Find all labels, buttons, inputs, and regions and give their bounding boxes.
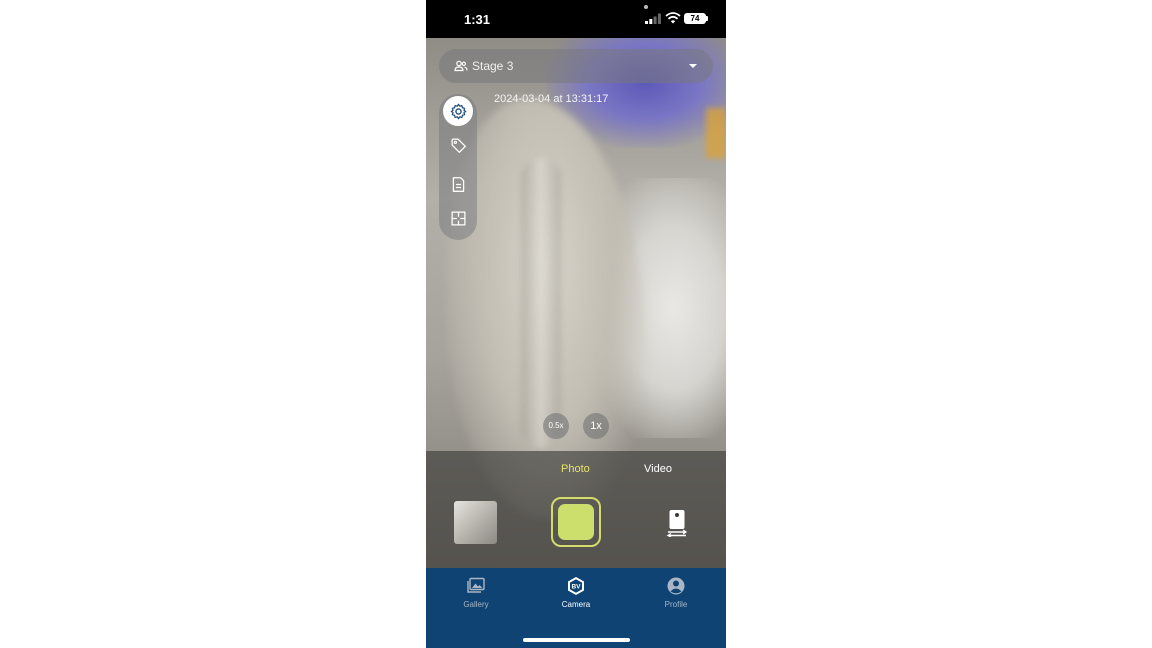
- tab-profile[interactable]: Profile: [646, 576, 706, 609]
- battery-icon: 74: [684, 13, 706, 24]
- tab-camera-label: Camera: [561, 600, 591, 609]
- zoom-0.5x-button[interactable]: 0.5x: [543, 413, 569, 439]
- tab-camera[interactable]: BV Camera: [546, 576, 606, 609]
- note-button[interactable]: [444, 170, 472, 198]
- stage-selector-label: Stage 3: [472, 59, 514, 73]
- shutter-inner: [558, 504, 594, 540]
- profile-icon: [667, 577, 685, 595]
- camera-viewfinder[interactable]: Stage 3 2024-03-04 at 13:31:17 0.5x 1x P…: [426, 38, 726, 568]
- home-indicator[interactable]: [523, 638, 630, 642]
- wifi-icon: [665, 12, 681, 24]
- capture-controls: Photo Video: [426, 451, 726, 568]
- mode-photo[interactable]: Photo: [561, 463, 590, 475]
- tab-gallery[interactable]: Gallery: [446, 576, 506, 609]
- signal-icon: [645, 13, 661, 24]
- flip-camera-icon[interactable]: [666, 509, 688, 537]
- tag-icon: [450, 137, 466, 153]
- bottom-tab-bar: Gallery BV Camera Profile: [426, 568, 726, 648]
- gear-icon: [450, 103, 466, 119]
- shutter-button[interactable]: [551, 497, 601, 547]
- bv-logo-icon: BV: [568, 577, 584, 595]
- last-photo-thumbnail[interactable]: [454, 501, 497, 544]
- tab-profile-label: Profile: [664, 600, 688, 609]
- people-icon: [454, 60, 468, 72]
- tab-gallery-label: Gallery: [463, 600, 489, 609]
- viewfinder-blur-orange: [706, 108, 726, 158]
- tool-rail: [439, 94, 477, 240]
- status-time: 1:31: [464, 12, 491, 27]
- camera-indicator-dot: [644, 5, 648, 9]
- layout-button[interactable]: [444, 204, 472, 232]
- tab-camera-badge: BV: [571, 584, 581, 591]
- gallery-icon: [467, 577, 485, 593]
- zoom-1x-button[interactable]: 1x: [583, 413, 609, 439]
- tag-button[interactable]: [444, 131, 472, 159]
- stage-selector[interactable]: Stage 3: [439, 49, 713, 83]
- floorplan-icon: [450, 210, 466, 226]
- chevron-down-icon: [689, 64, 697, 68]
- status-bar: 1:31 74: [426, 0, 726, 38]
- mode-video[interactable]: Video: [644, 463, 672, 475]
- settings-button[interactable]: [443, 96, 473, 126]
- viewfinder-fabric-fold: [521, 158, 561, 448]
- phone-screen: 1:31 74 Stage 3 2024-03-04 at 13:31:17 0…: [426, 0, 726, 648]
- battery-tip: [706, 16, 708, 21]
- document-icon: [452, 176, 464, 192]
- capture-timestamp: 2024-03-04 at 13:31:17: [494, 93, 609, 105]
